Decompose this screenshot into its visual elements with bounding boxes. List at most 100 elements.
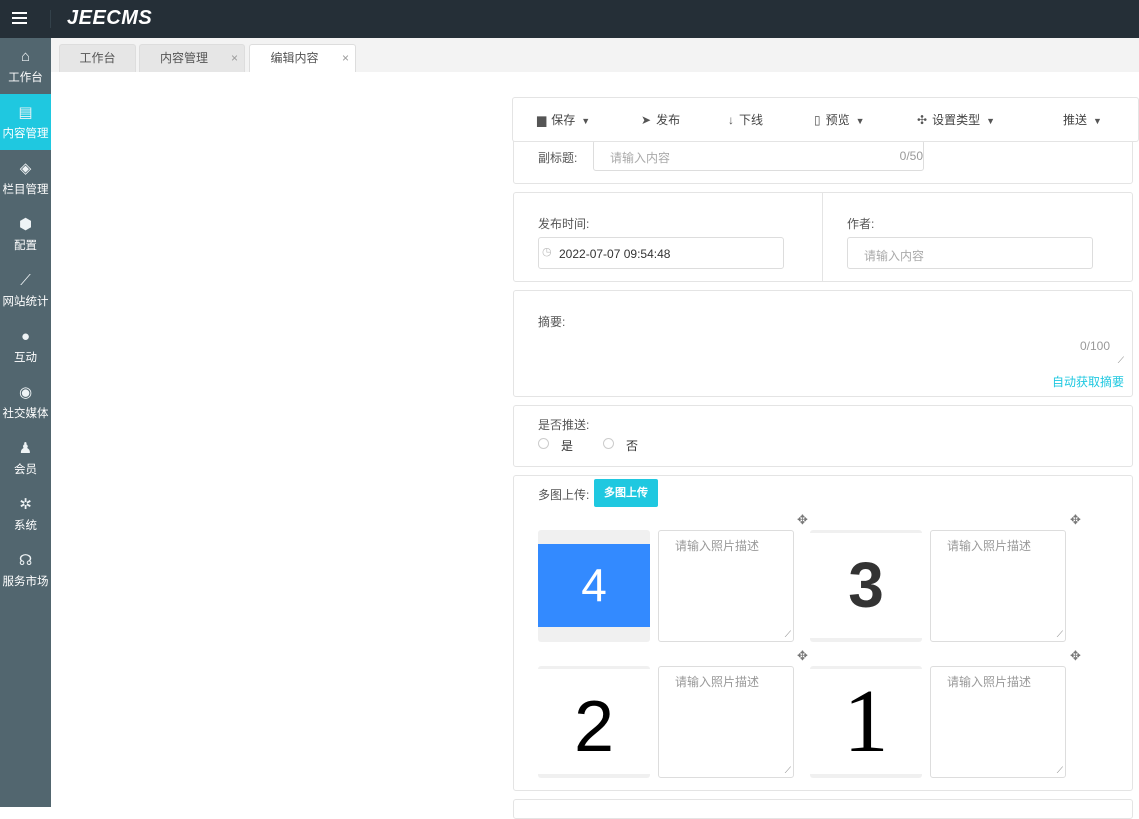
- sidebar-item-label: 内容管理: [2, 128, 49, 140]
- label: 发布: [656, 113, 681, 127]
- save-icon: ▆: [537, 113, 547, 127]
- value: 2022-07-07 09:54:48: [559, 247, 671, 261]
- sidebar-item-label: 互动: [14, 352, 37, 364]
- set-type-button[interactable]: ✣ 设置类型 ▼: [917, 111, 995, 128]
- photo-description-input[interactable]: 请输入照片描述 ⟋: [930, 666, 1066, 778]
- sidebar-item[interactable]: ⬢ 配置: [0, 206, 51, 262]
- placeholder: 请输入照片描述: [675, 675, 760, 689]
- preview-button[interactable]: ▯ 预览 ▼: [814, 111, 865, 128]
- move-icon[interactable]: ✥: [797, 648, 808, 664]
- photo-thumbnail[interactable]: 2: [538, 666, 650, 778]
- sidebar-item[interactable]: ◉ 社交媒体: [0, 374, 51, 430]
- photo-number: 4: [538, 544, 650, 627]
- multi-upload-button[interactable]: 多图上传: [594, 479, 658, 507]
- push-yes-label: 是: [561, 439, 574, 453]
- close-icon[interactable]: ×: [231, 45, 238, 71]
- target-icon: ◉: [18, 384, 33, 401]
- sidebar-item-label: 栏目管理: [2, 184, 49, 196]
- sidebar-item-label: 网站统计: [2, 296, 49, 308]
- resize-handle-icon[interactable]: ⟋: [1118, 355, 1124, 366]
- subtitle-input[interactable]: 请输入内容 0/50: [593, 140, 924, 171]
- hamburger-menu-icon[interactable]: [12, 12, 27, 24]
- label: 推送: [1063, 113, 1088, 127]
- publish-time-input[interactable]: ◷ 2022-07-07 09:54:48: [538, 237, 784, 269]
- sidebar-item[interactable]: ☊ 服务市场: [0, 542, 51, 598]
- sidebar-item[interactable]: ✲ 系统: [0, 486, 51, 542]
- label: 预览: [825, 113, 850, 127]
- photo-description-input[interactable]: 请输入照片描述 ⟋: [658, 666, 794, 778]
- resize-handle-icon[interactable]: ⟋: [785, 629, 791, 640]
- tab-edit-content[interactable]: 编辑内容 ×: [249, 44, 356, 72]
- close-icon[interactable]: ×: [342, 45, 349, 71]
- content-toolbar: ▆ 保存 ▼ ➤ 发布 ↓ 下线 ▯ 预览 ▼ ✣ 设置类型 ▼ 推送 ▼: [512, 97, 1139, 142]
- label: 保存: [551, 113, 576, 127]
- placeholder: 请输入照片描述: [947, 539, 1032, 553]
- placeholder: 请输入内容: [864, 249, 925, 263]
- placeholder: 请输入照片描述: [675, 539, 760, 553]
- tab-label: 工作台: [79, 51, 116, 65]
- next-card: [513, 799, 1133, 819]
- sidebar-item[interactable]: ◈ 栏目管理: [0, 150, 51, 206]
- offline-button[interactable]: ↓ 下线: [728, 111, 763, 128]
- subtitle-label: 副标题:: [538, 151, 578, 165]
- photo-description-input[interactable]: 请输入照片描述 ⟋: [930, 530, 1066, 642]
- placeholder: 请输入内容: [610, 151, 671, 165]
- resize-handle-icon[interactable]: ⟋: [785, 765, 791, 776]
- push-no-radio[interactable]: [603, 438, 614, 449]
- summary-textarea[interactable]: 0/100 ⟋: [594, 301, 1126, 367]
- top-header: JEECMS: [0, 0, 1139, 38]
- photo-thumbnail[interactable]: 3: [810, 530, 922, 642]
- sidebar: ⌂ 工作台 ▤ 内容管理 ◈ 栏目管理 ⬢ 配置 ⟋ 网站统计 ● 互动 ◉ 社交媒体 ♟ 会员 ✲ 系统 ☊ 服务市…: [0, 38, 51, 807]
- label: 下线: [739, 113, 764, 127]
- resize-handle-icon[interactable]: ⟋: [1057, 629, 1063, 640]
- line-chart-icon: ⟋: [20, 272, 31, 289]
- sidebar-item[interactable]: ● 互动: [0, 318, 51, 374]
- sidebar-item[interactable]: ♟ 会员: [0, 430, 51, 486]
- sidebar-item-label: 会员: [14, 464, 37, 476]
- layers-icon: ◈: [19, 160, 32, 177]
- push-button[interactable]: 推送 ▼: [1063, 111, 1102, 128]
- apps-icon: ✣: [917, 113, 928, 127]
- tab-content-management[interactable]: 内容管理 ×: [139, 44, 245, 72]
- sidebar-item-label: 社交媒体: [2, 408, 49, 420]
- sidebar-item[interactable]: ▤ 内容管理: [0, 94, 51, 150]
- tab-label: 内容管理: [159, 51, 208, 65]
- clock-icon: ◷: [542, 246, 552, 258]
- arrow-down-icon: ↓: [728, 113, 734, 127]
- photo-number: 2: [573, 687, 615, 767]
- document-icon: ▤: [18, 104, 33, 121]
- move-icon[interactable]: ✥: [1070, 512, 1081, 528]
- publish-button[interactable]: ➤ 发布: [641, 111, 680, 128]
- move-icon[interactable]: ✥: [1070, 648, 1081, 664]
- author-label: 作者:: [847, 217, 875, 231]
- photo-number: 1: [843, 672, 889, 771]
- resize-handle-icon[interactable]: ⟋: [1057, 765, 1063, 776]
- push-yes-radio[interactable]: [538, 438, 549, 449]
- member-icon: ♟: [18, 440, 33, 457]
- divider: [50, 10, 51, 28]
- send-icon: ➤: [641, 113, 652, 127]
- caret-down-icon: ▼: [1093, 116, 1102, 126]
- author-input[interactable]: 请输入内容: [847, 237, 1093, 269]
- preview-icon: ▯: [814, 113, 821, 127]
- push-no-label: 否: [626, 439, 639, 453]
- photo-description-input[interactable]: 请输入照片描述 ⟋: [658, 530, 794, 642]
- home-icon: ⌂: [20, 48, 31, 65]
- sidebar-item[interactable]: ⌂ 工作台: [0, 38, 51, 94]
- tab-workbench[interactable]: 工作台: [59, 44, 136, 72]
- auto-summary-link[interactable]: 自动获取摘要: [1052, 373, 1124, 390]
- photo-thumbnail[interactable]: 1: [810, 666, 922, 778]
- multi-upload-label: 多图上传:: [538, 488, 590, 502]
- photo-thumbnail[interactable]: 4: [538, 530, 650, 642]
- sidebar-item-label: 配置: [14, 240, 37, 252]
- cube-icon: ⬢: [18, 216, 33, 233]
- headset-icon: ☊: [18, 552, 33, 569]
- tab-label: 编辑内容: [270, 51, 319, 65]
- multi-image-card: 多图上传: 多图上传 4 请输入照片描述 ⟋ ✥ 3 请输入照片描述 ⟋ ✥ 2 请…: [513, 475, 1133, 791]
- caret-down-icon: ▼: [581, 116, 591, 126]
- save-button[interactable]: ▆ 保存 ▼: [537, 111, 590, 128]
- sidebar-item[interactable]: ⟋ 网站统计: [0, 262, 51, 318]
- sidebar-item-label: 服务市场: [2, 576, 49, 588]
- logo: JEECMS: [67, 7, 153, 29]
- move-icon[interactable]: ✥: [797, 512, 808, 528]
